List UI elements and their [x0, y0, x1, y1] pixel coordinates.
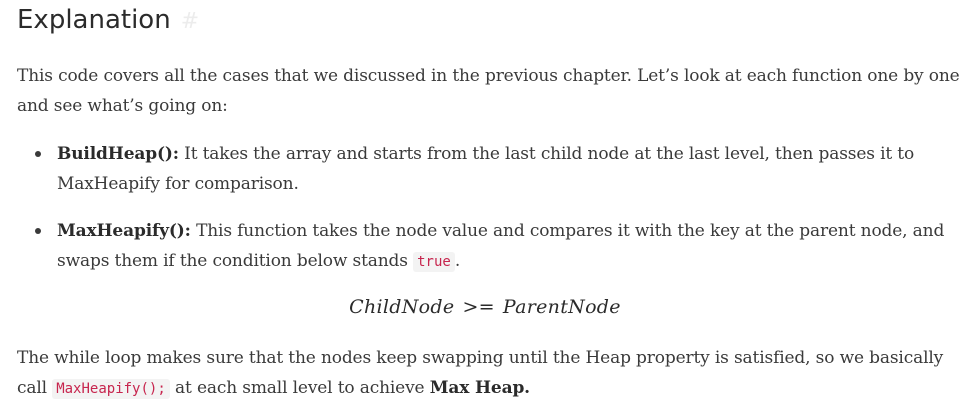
bullet-term: BuildHeap():	[57, 144, 179, 164]
bullet-text: It takes the array and starts from the l…	[57, 144, 915, 194]
closing-paragraph: The while loop makes sure that the nodes…	[17, 343, 962, 404]
formula-right: ParentNode	[502, 296, 621, 318]
math-formula: ChildNode >= ParentNode	[0, 292, 970, 322]
heading-title: Explanation	[17, 5, 171, 35]
list-item-buildheap: BuildHeap(): It takes the array and star…	[35, 139, 957, 199]
bullet-dot-icon	[35, 151, 41, 157]
formula-left: ChildNode	[349, 296, 455, 318]
section-heading: Explanation #	[17, 2, 199, 40]
intro-paragraph: This code covers all the cases that we d…	[17, 66, 960, 116]
closing-bold: Max Heap.	[429, 378, 530, 398]
bullet-text-after: .	[454, 251, 461, 271]
closing-text-middle: at each small level to achieve	[169, 378, 430, 398]
bullet-term: MaxHeapify():	[57, 221, 191, 241]
list-item-maxheapify: MaxHeapify(): This function takes the no…	[35, 216, 957, 277]
inline-code: MaxHeapify();	[52, 379, 170, 399]
inline-code: true	[413, 252, 455, 272]
bullet-text: This function takes the node value and c…	[57, 221, 945, 271]
heading-anchor-link[interactable]: #	[181, 9, 199, 34]
bullet-dot-icon	[35, 228, 41, 234]
formula-operator: >=	[462, 296, 495, 318]
